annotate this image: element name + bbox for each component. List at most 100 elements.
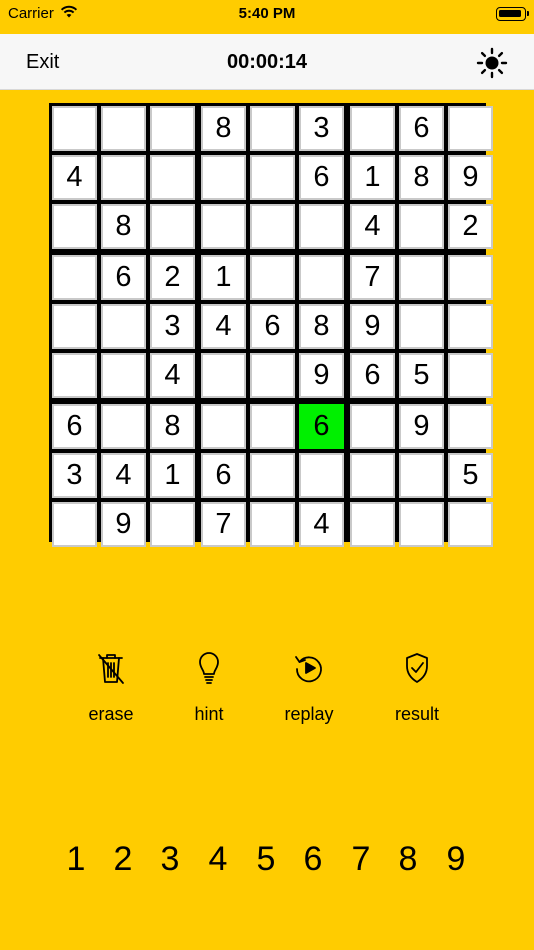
cell-r8-c9[interactable]: 5 bbox=[448, 453, 493, 498]
cell-r4-c8[interactable] bbox=[399, 255, 444, 300]
cell-r7-c2[interactable] bbox=[101, 404, 146, 449]
cell-r1-c9[interactable] bbox=[448, 106, 493, 151]
number-button-1[interactable]: 1 bbox=[54, 835, 98, 883]
status-bar: Carrier 5:40 PM bbox=[0, 0, 534, 34]
result-button[interactable]: result bbox=[377, 650, 457, 725]
cell-r3-c7[interactable]: 4 bbox=[350, 204, 395, 249]
cell-r2-c2[interactable] bbox=[101, 155, 146, 200]
cell-r1-c3[interactable] bbox=[150, 106, 195, 151]
lightbulb-icon bbox=[169, 650, 249, 686]
cell-r7-c1[interactable]: 6 bbox=[52, 404, 97, 449]
cell-r2-c1[interactable]: 4 bbox=[52, 155, 97, 200]
cell-r4-c9[interactable] bbox=[448, 255, 493, 300]
cell-r9-c1[interactable] bbox=[52, 502, 97, 547]
cell-r6-c9[interactable] bbox=[448, 353, 493, 398]
cell-r8-c5[interactable] bbox=[250, 453, 295, 498]
cell-r8-c6[interactable] bbox=[299, 453, 344, 498]
cell-r6-c8[interactable]: 5 bbox=[399, 353, 444, 398]
cell-r6-c4[interactable] bbox=[201, 353, 246, 398]
cell-r2-c9[interactable]: 9 bbox=[448, 155, 493, 200]
cell-r1-c5[interactable] bbox=[250, 106, 295, 151]
cell-r6-c7[interactable]: 6 bbox=[350, 353, 395, 398]
cell-r7-c3[interactable]: 8 bbox=[150, 404, 195, 449]
cell-r3-c5[interactable] bbox=[250, 204, 295, 249]
cell-r8-c8[interactable] bbox=[399, 453, 444, 498]
cell-r5-c8[interactable] bbox=[399, 304, 444, 349]
cell-r2-c5[interactable] bbox=[250, 155, 295, 200]
cell-r4-c4[interactable]: 1 bbox=[201, 255, 246, 300]
cell-r3-c2[interactable]: 8 bbox=[101, 204, 146, 249]
cell-r8-c1[interactable]: 3 bbox=[52, 453, 97, 498]
number-button-6[interactable]: 6 bbox=[291, 835, 335, 883]
cell-r3-c6[interactable] bbox=[299, 204, 344, 249]
cell-r1-c7[interactable] bbox=[350, 106, 395, 151]
cell-r2-c7[interactable]: 1 bbox=[350, 155, 395, 200]
cell-r6-c5[interactable] bbox=[250, 353, 295, 398]
cell-r3-c9[interactable]: 2 bbox=[448, 204, 493, 249]
cell-r1-c2[interactable] bbox=[101, 106, 146, 151]
number-button-9[interactable]: 9 bbox=[434, 835, 478, 883]
cell-r5-c9[interactable] bbox=[448, 304, 493, 349]
number-button-3[interactable]: 3 bbox=[148, 835, 192, 883]
cell-r1-c1[interactable] bbox=[52, 106, 97, 151]
cell-r9-c2[interactable]: 9 bbox=[101, 502, 146, 547]
cell-r7-c8[interactable]: 9 bbox=[399, 404, 444, 449]
cell-r6-c2[interactable] bbox=[101, 353, 146, 398]
cell-r5-c4[interactable]: 4 bbox=[201, 304, 246, 349]
cell-r2-c4[interactable] bbox=[201, 155, 246, 200]
number-button-8[interactable]: 8 bbox=[386, 835, 430, 883]
hint-button[interactable]: hint bbox=[169, 650, 249, 725]
cell-r2-c8[interactable]: 8 bbox=[399, 155, 444, 200]
cell-r3-c8[interactable] bbox=[399, 204, 444, 249]
cell-r5-c7[interactable]: 9 bbox=[350, 304, 395, 349]
cell-r5-c1[interactable] bbox=[52, 304, 97, 349]
cell-r6-c1[interactable] bbox=[52, 353, 97, 398]
cell-r2-c6[interactable]: 6 bbox=[299, 155, 344, 200]
cell-r9-c7[interactable] bbox=[350, 502, 395, 547]
cell-r5-c5[interactable]: 6 bbox=[250, 304, 295, 349]
cell-r5-c6[interactable]: 8 bbox=[299, 304, 344, 349]
number-button-2[interactable]: 2 bbox=[101, 835, 145, 883]
cell-r5-c2[interactable] bbox=[101, 304, 146, 349]
replay-button[interactable]: replay bbox=[269, 650, 349, 725]
cell-r9-c3[interactable] bbox=[150, 502, 195, 547]
cell-r1-c4[interactable]: 8 bbox=[201, 106, 246, 151]
cell-r7-c5[interactable] bbox=[250, 404, 295, 449]
cell-r6-c3[interactable]: 4 bbox=[150, 353, 195, 398]
cell-r9-c6[interactable]: 4 bbox=[299, 502, 344, 547]
cell-r8-c2[interactable]: 4 bbox=[101, 453, 146, 498]
cell-r4-c1[interactable] bbox=[52, 255, 97, 300]
cell-r9-c9[interactable] bbox=[448, 502, 493, 547]
cell-r4-c3[interactable]: 2 bbox=[150, 255, 195, 300]
erase-button[interactable]: erase bbox=[71, 650, 151, 725]
cell-r4-c2[interactable]: 6 bbox=[101, 255, 146, 300]
cell-r2-c3[interactable] bbox=[150, 155, 195, 200]
cell-r4-c7[interactable]: 7 bbox=[350, 255, 395, 300]
cell-r8-c7[interactable] bbox=[350, 453, 395, 498]
cell-r8-c4[interactable]: 6 bbox=[201, 453, 246, 498]
number-button-5[interactable]: 5 bbox=[244, 835, 288, 883]
cell-r1-c8[interactable]: 6 bbox=[399, 106, 444, 151]
cell-r9-c5[interactable] bbox=[250, 502, 295, 547]
cell-r5-c3[interactable]: 3 bbox=[150, 304, 195, 349]
cell-r9-c8[interactable] bbox=[399, 502, 444, 547]
cell-r6-c6[interactable]: 9 bbox=[299, 353, 344, 398]
cell-r3-c1[interactable] bbox=[52, 204, 97, 249]
cell-r4-c5[interactable] bbox=[250, 255, 295, 300]
cell-r7-c6[interactable]: 6 bbox=[299, 404, 344, 449]
shield-check-icon bbox=[377, 650, 457, 686]
cell-r8-c3[interactable]: 1 bbox=[150, 453, 195, 498]
cell-r9-c4[interactable]: 7 bbox=[201, 502, 246, 547]
erase-label: erase bbox=[88, 704, 134, 724]
sun-icon[interactable] bbox=[476, 47, 508, 79]
cell-r4-c6[interactable] bbox=[299, 255, 344, 300]
number-pad: 123456789 bbox=[0, 835, 534, 883]
cell-r7-c4[interactable] bbox=[201, 404, 246, 449]
cell-r3-c3[interactable] bbox=[150, 204, 195, 249]
cell-r3-c4[interactable] bbox=[201, 204, 246, 249]
cell-r7-c9[interactable] bbox=[448, 404, 493, 449]
number-button-4[interactable]: 4 bbox=[196, 835, 240, 883]
cell-r7-c7[interactable] bbox=[350, 404, 395, 449]
number-button-7[interactable]: 7 bbox=[339, 835, 383, 883]
cell-r1-c6[interactable]: 3 bbox=[299, 106, 344, 151]
